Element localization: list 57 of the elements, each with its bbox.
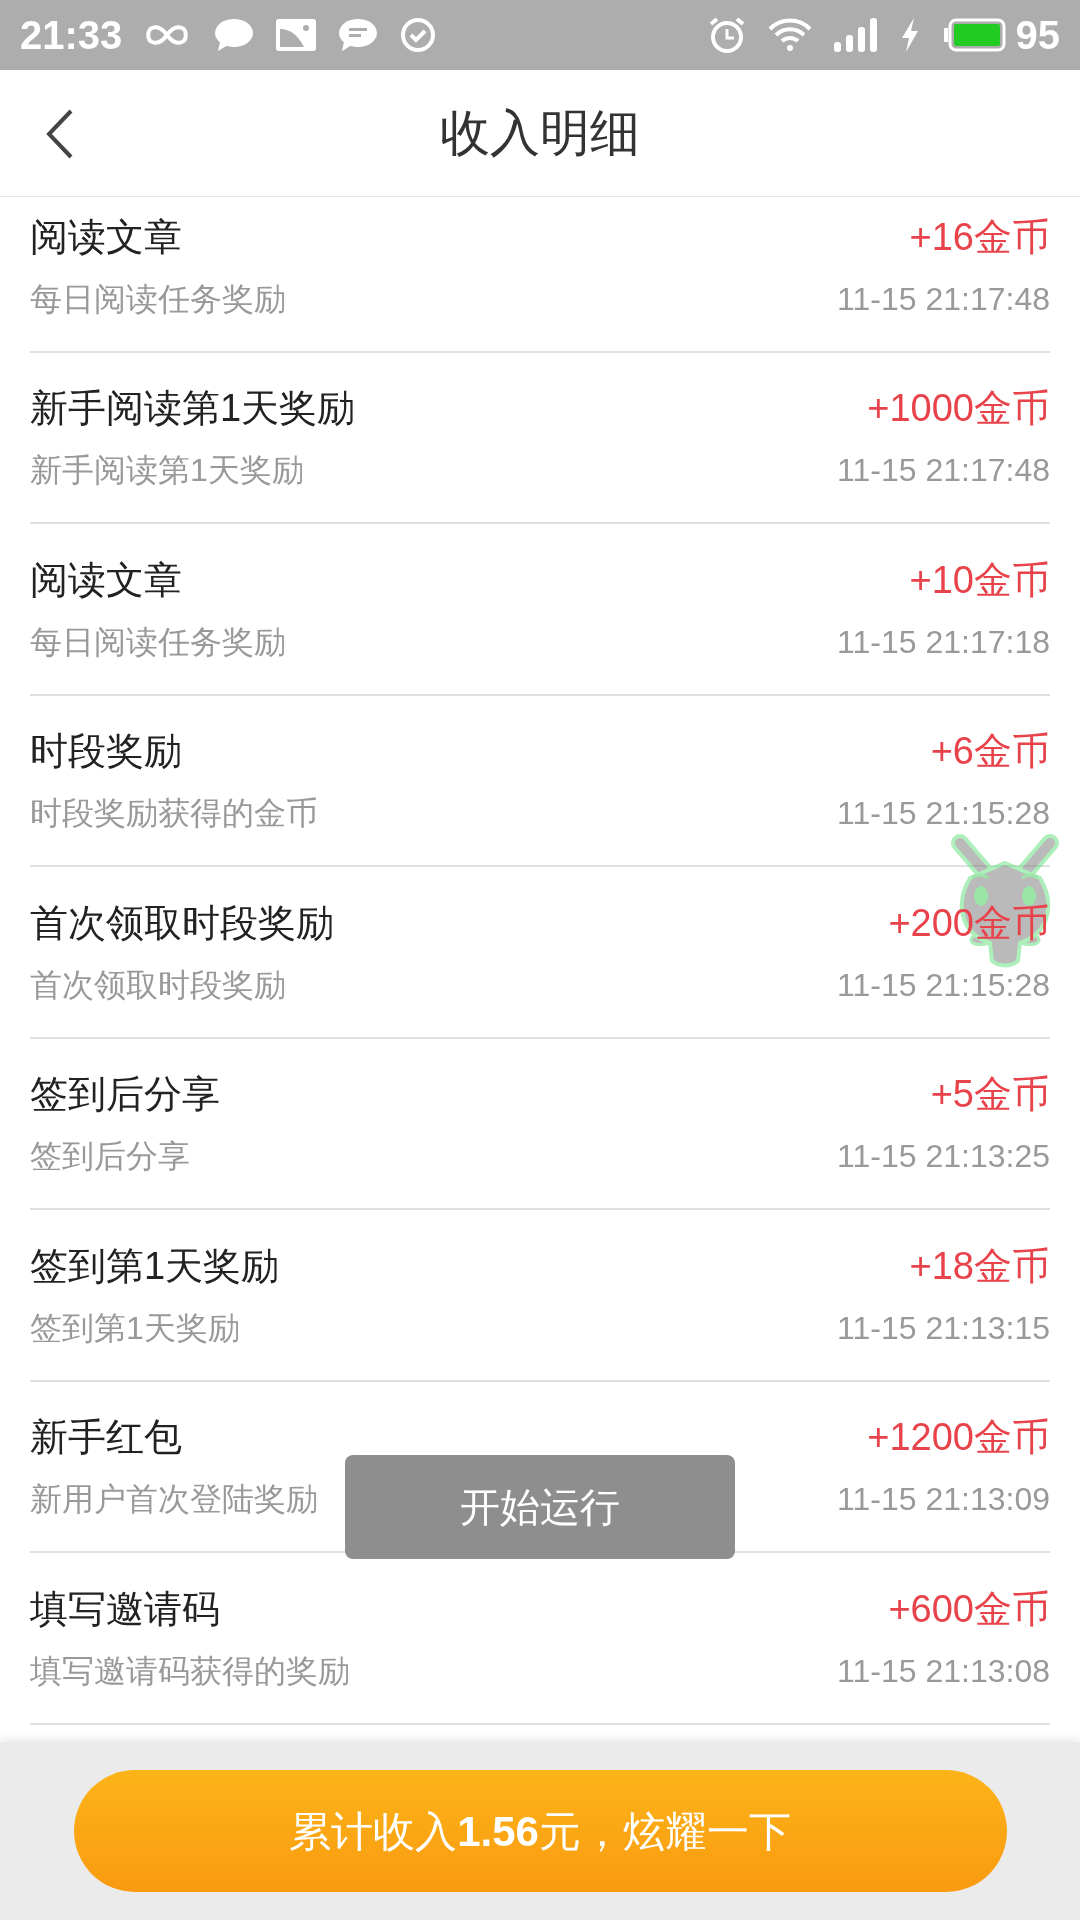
record-description: 时段奖励获得的金币 (30, 794, 318, 834)
record-title: 填写邀请码 (30, 1586, 220, 1632)
income-record[interactable]: 阅读文章 +10金币 每日阅读任务奖励 11-15 21:17:18 (30, 524, 1050, 696)
income-record[interactable]: 新手阅读第1天奖励 +1000金币 新手阅读第1天奖励 11-15 21:17:48 (30, 352, 1050, 524)
battery-percent: 95 (1015, 12, 1060, 59)
record-time: 11-15 21:17:18 (837, 622, 1050, 662)
page-title: 收入明细 (440, 103, 640, 163)
record-title: 签到后分享 (30, 1072, 220, 1118)
record-time: 11-15 21:15:28 (837, 794, 1050, 834)
record-title: 阅读文章 (30, 557, 182, 603)
record-description: 签到后分享 (30, 1137, 190, 1177)
record-description: 首次领取时段奖励 (30, 965, 286, 1005)
income-record[interactable]: 签到第1天奖励 +18金币 签到第1天奖励 11-15 21:13:15 (30, 1210, 1050, 1382)
status-time: 21:33 (20, 12, 123, 59)
record-time: 11-15 21:13:09 (837, 1480, 1050, 1520)
back-icon (46, 109, 74, 159)
record-title: 时段奖励 (30, 729, 182, 775)
record-title: 签到第1天奖励 (30, 1243, 280, 1289)
record-time: 11-15 21:17:48 (837, 451, 1050, 491)
record-title: 新手阅读第1天奖励 (30, 386, 356, 432)
income-record[interactable]: 签到后分享 +5金币 签到后分享 11-15 21:13:25 (30, 1038, 1050, 1210)
charging-icon (899, 18, 920, 52)
record-time: 11-15 21:15:28 (837, 965, 1050, 1005)
record-amount: +600金币 (888, 1586, 1050, 1632)
record-description: 填写邀请码获得的奖励 (30, 1651, 350, 1691)
record-amount: +5金币 (930, 1072, 1050, 1118)
check-circle-icon (400, 17, 437, 53)
record-title: 首次领取时段奖励 (30, 900, 334, 946)
signal-icon (833, 18, 878, 52)
record-time: 11-15 21:13:25 (837, 1137, 1050, 1177)
alarm-icon (707, 16, 746, 54)
record-time: 11-15 21:13:15 (837, 1308, 1050, 1348)
record-title: 阅读文章 (30, 214, 182, 260)
wifi-icon (767, 17, 812, 53)
chat-bubble-icon (214, 18, 255, 52)
income-record[interactable]: 时段奖励 +6金币 时段奖励获得的金币 11-15 21:15:28 (30, 695, 1050, 867)
record-description: 每日阅读任务奖励 (30, 279, 286, 319)
record-amount: +200金币 (888, 900, 1050, 946)
record-title: 新手红包 (30, 1415, 182, 1461)
record-amount: +6金币 (930, 729, 1050, 775)
income-record[interactable]: 首次领取时段奖励 +200金币 首次领取时段奖励 11-15 21:15:28 (30, 867, 1050, 1039)
record-description: 新用户首次登陆奖励 (30, 1480, 318, 1520)
record-amount: +18金币 (909, 1243, 1050, 1289)
record-time: 11-15 21:13:08 (837, 1651, 1050, 1691)
toast: 开始运行 (345, 1455, 735, 1559)
record-description: 每日阅读任务奖励 (30, 622, 286, 662)
income-record[interactable]: 阅读文章 +16金币 每日阅读任务奖励 11-15 21:17:48 (30, 197, 1050, 353)
battery-icon (941, 18, 1006, 52)
record-amount: +1000金币 (867, 386, 1050, 432)
image-icon (276, 19, 317, 51)
record-description: 签到第1天奖励 (30, 1308, 240, 1348)
record-amount: +16金币 (909, 214, 1050, 260)
record-time: 11-15 21:17:48 (837, 279, 1050, 319)
record-description: 新手阅读第1天奖励 (30, 451, 304, 491)
record-amount: +1200金币 (867, 1415, 1050, 1461)
message-icon (338, 18, 379, 52)
record-amount: +10金币 (909, 557, 1050, 603)
